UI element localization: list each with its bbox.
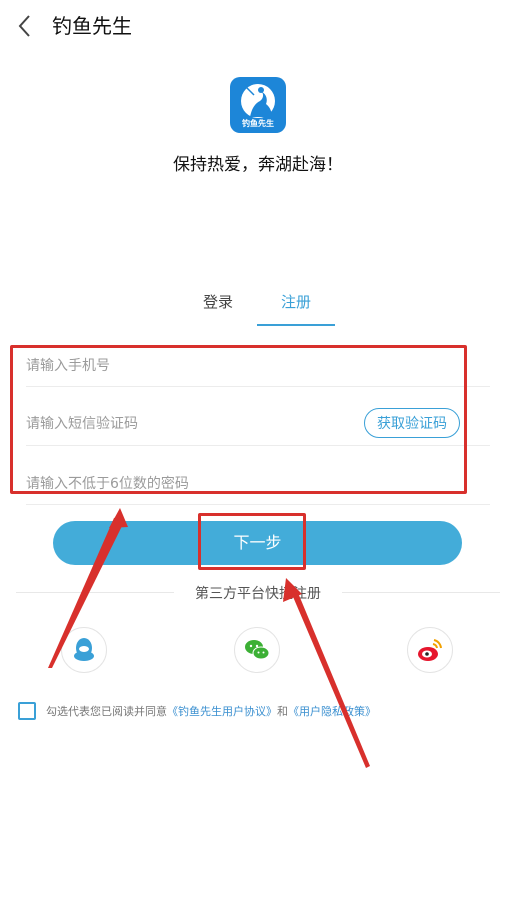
privacy-policy-link[interactable]: 《用户隐私政策》 [288, 705, 376, 718]
agreement-text: 勾选代表您已阅读并同意《钓鱼先生用户协议》和《用户隐私政策》 [46, 703, 376, 719]
wechat-login-button[interactable] [234, 627, 280, 673]
annotation-box-next [198, 513, 306, 570]
app-logo: 钓鱼先生 [230, 77, 286, 133]
divider [26, 504, 490, 505]
agreement-checkbox[interactable] [18, 702, 36, 720]
qq-login-button[interactable] [61, 627, 107, 673]
agreement-and: 和 [277, 705, 288, 718]
weibo-login-button[interactable] [407, 627, 453, 673]
weibo-icon [418, 639, 442, 661]
user-agreement-link[interactable]: 《钓鱼先生用户协议》 [167, 705, 277, 718]
back-icon[interactable] [14, 12, 38, 40]
slogan: 保持热爱，奔湖赴海！ [173, 155, 343, 175]
qq-icon [74, 638, 94, 661]
page-title: 钓鱼先生 [52, 14, 132, 38]
tab-login[interactable]: 登录 [203, 292, 233, 312]
agreement-prefix: 勾选代表您已阅读并同意 [46, 705, 167, 718]
logo-text: 钓鱼先生 [242, 119, 274, 128]
active-tab-indicator [257, 324, 335, 326]
tab-register[interactable]: 注册 [281, 292, 311, 312]
annotation-box-form [10, 345, 467, 494]
annotation-arrow-next [291, 588, 370, 768]
third-party-label: 第三方平台快捷注册 [195, 586, 321, 602]
wechat-icon [245, 640, 270, 660]
